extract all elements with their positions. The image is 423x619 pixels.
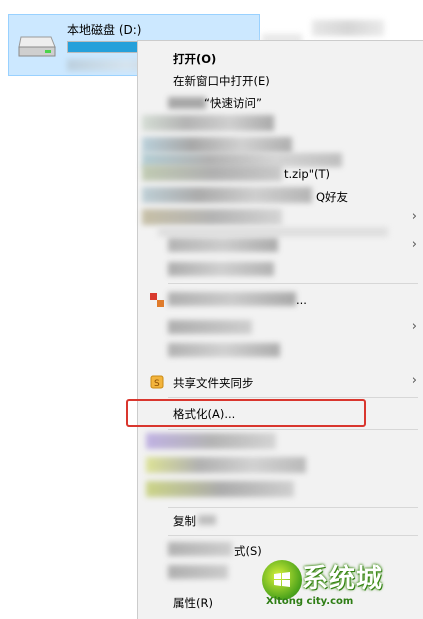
menu-item-redacted-6[interactable] (146, 433, 276, 449)
menu-separator (168, 397, 418, 398)
format-highlight-box (126, 399, 366, 427)
menu-item-copy[interactable]: 复制 (138, 509, 423, 531)
menu-item-redacted-5[interactable] (168, 343, 280, 357)
menu-item-send-to-friend-label: Q好友 (316, 190, 349, 204)
menu-item-add-to-zip[interactable]: t.zip"(T) (138, 163, 423, 185)
menu-separator (168, 283, 418, 284)
menu-item-create-shortcut-label: 式(S) (234, 544, 262, 558)
menu-item-redacted-submenu-3[interactable]: › (138, 317, 423, 339)
menu-item-open[interactable]: 打开(O) (138, 47, 423, 69)
menu-separator (168, 535, 418, 536)
menu-item-share-sync[interactable]: S 共享文件夹同步 › (138, 371, 423, 393)
menu-item-redacted-2[interactable] (142, 137, 292, 153)
menu-item-send-to-friend[interactable]: Q好友 (138, 185, 423, 207)
menu-item-pin-quick-access[interactable]: “快速访问” (138, 91, 423, 113)
menu-separator (168, 507, 418, 508)
svg-text:S: S (154, 379, 160, 389)
colored-app-icon (150, 293, 164, 307)
watermark-site-text: Xitong city.com (266, 596, 354, 607)
menu-item-redacted-7[interactable] (146, 457, 306, 473)
menu-item-redacted-submenu-1[interactable]: › (138, 207, 423, 229)
hard-drive-icon (18, 36, 56, 57)
drive-name-label: 本地磁盘 (D:) (67, 23, 142, 37)
menu-item-open-new-window-label: 在新窗口中打开(E) (173, 74, 270, 88)
watermark-brand-text: 系统城 (302, 564, 384, 594)
menu-item-open-new-window[interactable]: 在新窗口中打开(E) (138, 69, 423, 91)
menu-item-pin-quick-access-label: “快速访问” (204, 96, 262, 110)
menu-item-share-sync-label: 共享文件夹同步 (173, 376, 254, 390)
site-watermark: 系统城 Xitong city.com (262, 556, 418, 612)
context-menu: 打开(O) 在新窗口中打开(E) “快速访问” t.zip"(T) Q好友 › … (137, 40, 423, 619)
menu-item-redacted-with-icon[interactable]: ... (138, 289, 423, 311)
menu-separator (168, 429, 418, 430)
menu-item-properties-label: 属性(R) (173, 596, 213, 610)
menu-item-copy-label: 复制 (173, 514, 196, 528)
menu-item-redacted-8[interactable] (146, 481, 294, 497)
menu-item-add-to-zip-label: t.zip"(T) (284, 167, 330, 181)
windows-logo-icon (262, 560, 302, 600)
menu-item-redacted-submenu-2[interactable]: › (138, 235, 423, 257)
chevron-right-icon: › (411, 319, 417, 334)
menu-item-ellipsis-label: ... (296, 293, 307, 307)
chevron-right-icon: › (411, 237, 417, 252)
menu-item-redacted-1[interactable] (142, 115, 274, 131)
redacted-text-topright (312, 20, 384, 36)
menu-item-redacted-4[interactable] (138, 259, 423, 281)
chevron-right-icon: › (411, 209, 417, 224)
chevron-right-icon: › (411, 373, 417, 388)
menu-item-open-label: 打开(O) (173, 52, 217, 66)
sync-folder-icon: S (150, 375, 164, 389)
menu-item-redacted-9[interactable] (168, 565, 228, 579)
